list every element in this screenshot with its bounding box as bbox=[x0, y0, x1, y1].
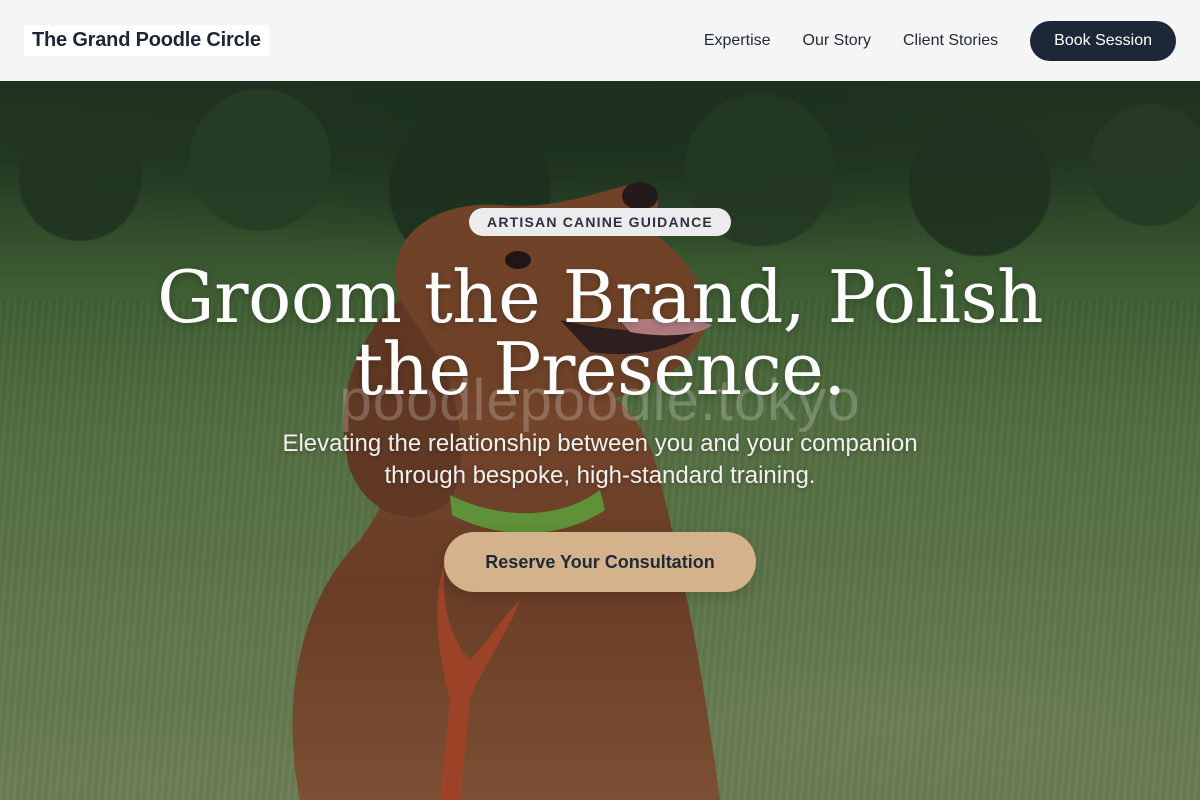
book-session-button[interactable]: Book Session bbox=[1030, 20, 1176, 61]
hero-headline: Groom the Brand, Polish the Presence. bbox=[150, 261, 1050, 405]
brand-logo[interactable]: The Grand Poodle Circle bbox=[24, 25, 269, 56]
nav-link-client-stories[interactable]: Client Stories bbox=[903, 32, 998, 50]
hero-subtitle-line2: through bespoke, high-standard training. bbox=[384, 462, 816, 489]
hero-subtitle: Elevating the relationship between you a… bbox=[250, 428, 950, 492]
reserve-consultation-button[interactable]: Reserve Your Consultation bbox=[444, 532, 756, 592]
nav-link-expertise[interactable]: Expertise bbox=[704, 32, 771, 50]
nav-link-our-story[interactable]: Our Story bbox=[803, 32, 871, 50]
hero-badge: ARTISAN CANINE GUIDANCE bbox=[469, 208, 731, 236]
hero-content: ARTISAN CANINE GUIDANCE Groom the Brand,… bbox=[0, 81, 1200, 800]
nav-links: Expertise Our Story Client Stories Book … bbox=[672, 20, 1176, 61]
hero-subtitle-line1: Elevating the relationship between you a… bbox=[282, 430, 918, 457]
hero-headline-line2: the Presence. bbox=[354, 327, 846, 411]
top-navbar: The Grand Poodle Circle Expertise Our St… bbox=[0, 0, 1200, 81]
